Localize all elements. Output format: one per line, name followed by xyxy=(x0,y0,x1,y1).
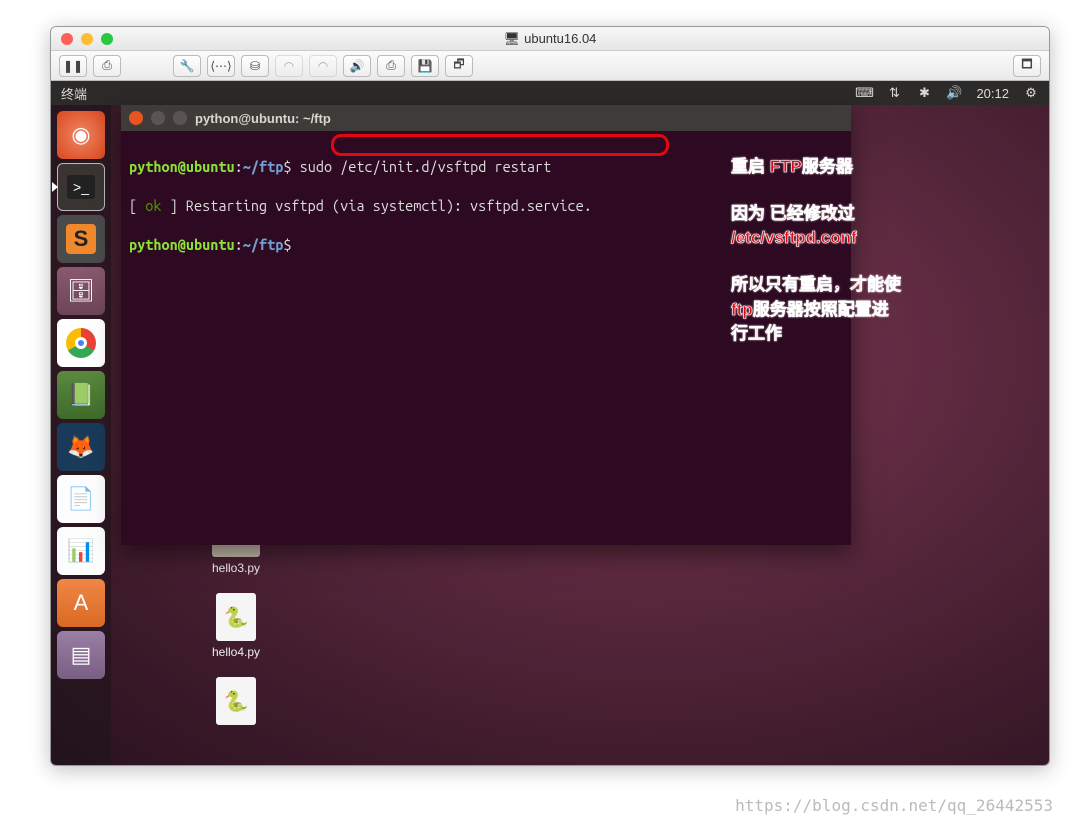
ubuntu-desktop[interactable]: 终端 ⌨ ⇅ ✱ 🔊 20:12 ⚙ ◉ >_ S 🗄 📗 🦊 📄 xyxy=(51,81,1049,765)
vm-host-window: 🖥 ubuntu16.04 ❚❚ ⎙ 🔧 ⟨⋯⟩ ⛁ ◠ ◠ 🔊 ⎙ 💾 🗗 🗖… xyxy=(50,26,1050,766)
volume-icon[interactable]: 🔊 xyxy=(946,85,962,101)
cd1-button[interactable]: ◠ xyxy=(275,55,303,77)
launcher-calc[interactable]: 📊 xyxy=(57,527,105,575)
window-title-text: ubuntu16.04 xyxy=(524,31,596,46)
snapshot-button[interactable]: ⎙ xyxy=(93,55,121,77)
usb-button[interactable]: ⎙ xyxy=(377,55,405,77)
clock[interactable]: 20:12 xyxy=(976,86,1009,101)
terminal-window[interactable]: python@ubuntu: ~/ftp python@ubuntu:~/ftp… xyxy=(121,105,851,545)
vm-display: 终端 ⌨ ⇅ ✱ 🔊 20:12 ⚙ ◉ >_ S 🗄 📗 🦊 📄 xyxy=(51,81,1049,765)
file-label: hello4.py xyxy=(201,645,271,659)
vm-icon: 🖥 xyxy=(504,31,521,47)
gear-icon[interactable]: ⚙ xyxy=(1023,85,1039,101)
floppy-button[interactable]: 💾 xyxy=(411,55,439,77)
terminal-title: python@ubuntu: ~/ftp xyxy=(195,111,331,126)
launcher-help[interactable]: 📗 xyxy=(57,371,105,419)
term-close-icon[interactable] xyxy=(129,111,143,125)
cd2-button[interactable]: ◠ xyxy=(309,55,337,77)
annotation-2: 因为 已经修改过 /etc/vsftpd.conf xyxy=(731,202,901,251)
launcher-misc[interactable]: ▤ xyxy=(57,631,105,679)
term-minimize-icon[interactable] xyxy=(151,111,165,125)
bluetooth-icon[interactable]: ✱ xyxy=(916,85,932,101)
launcher-files[interactable]: 🗄 xyxy=(57,267,105,315)
traffic-lights xyxy=(61,33,113,45)
annotation-3: 所以只有重启，才能使ftp服务器按照配置进行工作 xyxy=(731,273,901,347)
ubuntu-topbar: 终端 ⌨ ⇅ ✱ 🔊 20:12 ⚙ xyxy=(51,81,1049,105)
hdd-button[interactable]: ⛁ xyxy=(241,55,269,77)
unity-launcher: ◉ >_ S 🗄 📗 🦊 📄 📊 A ▤ xyxy=(51,105,111,765)
desktop-file-cut[interactable]: 🐍 xyxy=(201,677,271,725)
shared-button[interactable]: 🗗 xyxy=(445,55,473,77)
file-label: hello3.py xyxy=(201,561,271,575)
annotations: 重启 FTP服务器 因为 已经修改过 /etc/vsftpd.conf 所以只有… xyxy=(731,155,901,369)
launcher-writer[interactable]: 📄 xyxy=(57,475,105,523)
command-highlight-box xyxy=(331,134,669,156)
term-maximize-icon[interactable] xyxy=(173,111,187,125)
desktop-file-hello4[interactable]: 🐍 hello4.py xyxy=(201,593,271,659)
annotation-1: 重启 FTP服务器 xyxy=(731,155,901,180)
launcher-terminal[interactable]: >_ xyxy=(57,163,105,211)
mac-titlebar[interactable]: 🖥 ubuntu16.04 xyxy=(51,27,1049,51)
launcher-software[interactable]: A xyxy=(57,579,105,627)
vm-toolbar: ❚❚ ⎙ 🔧 ⟨⋯⟩ ⛁ ◠ ◠ 🔊 ⎙ 💾 🗗 🗖 xyxy=(51,51,1049,81)
close-icon[interactable] xyxy=(61,33,73,45)
desktop-icons: hello3.py 🐍 hello4.py 🐍 xyxy=(201,521,271,743)
launcher-dash[interactable]: ◉ xyxy=(57,111,105,159)
launcher-sublime[interactable]: S xyxy=(57,215,105,263)
settings-button[interactable]: 🔧 xyxy=(173,55,201,77)
python-file-icon: 🐍 xyxy=(216,677,256,725)
pause-button[interactable]: ❚❚ xyxy=(59,55,87,77)
python-file-icon: 🐍 xyxy=(216,593,256,641)
command-text: sudo /etc/init.d/vsftpd restart xyxy=(300,158,552,175)
minimize-icon[interactable] xyxy=(81,33,93,45)
keyboard-icon[interactable]: ⌨ xyxy=(856,85,872,101)
terminal-titlebar[interactable]: python@ubuntu: ~/ftp xyxy=(121,105,851,131)
active-app-name: 终端 xyxy=(61,84,87,103)
launcher-chrome[interactable] xyxy=(57,319,105,367)
network-icon[interactable]: ⇅ xyxy=(886,85,902,101)
network-button[interactable]: ⟨⋯⟩ xyxy=(207,55,235,77)
window-title: 🖥 ubuntu16.04 xyxy=(51,31,1049,47)
fullscreen-icon[interactable] xyxy=(101,33,113,45)
sound-button[interactable]: 🔊 xyxy=(343,55,371,77)
watermark: https://blog.csdn.net/qq_26442553 xyxy=(735,796,1053,815)
launcher-firefox[interactable]: 🦊 xyxy=(57,423,105,471)
fullscreen-button[interactable]: 🗖 xyxy=(1013,55,1041,77)
